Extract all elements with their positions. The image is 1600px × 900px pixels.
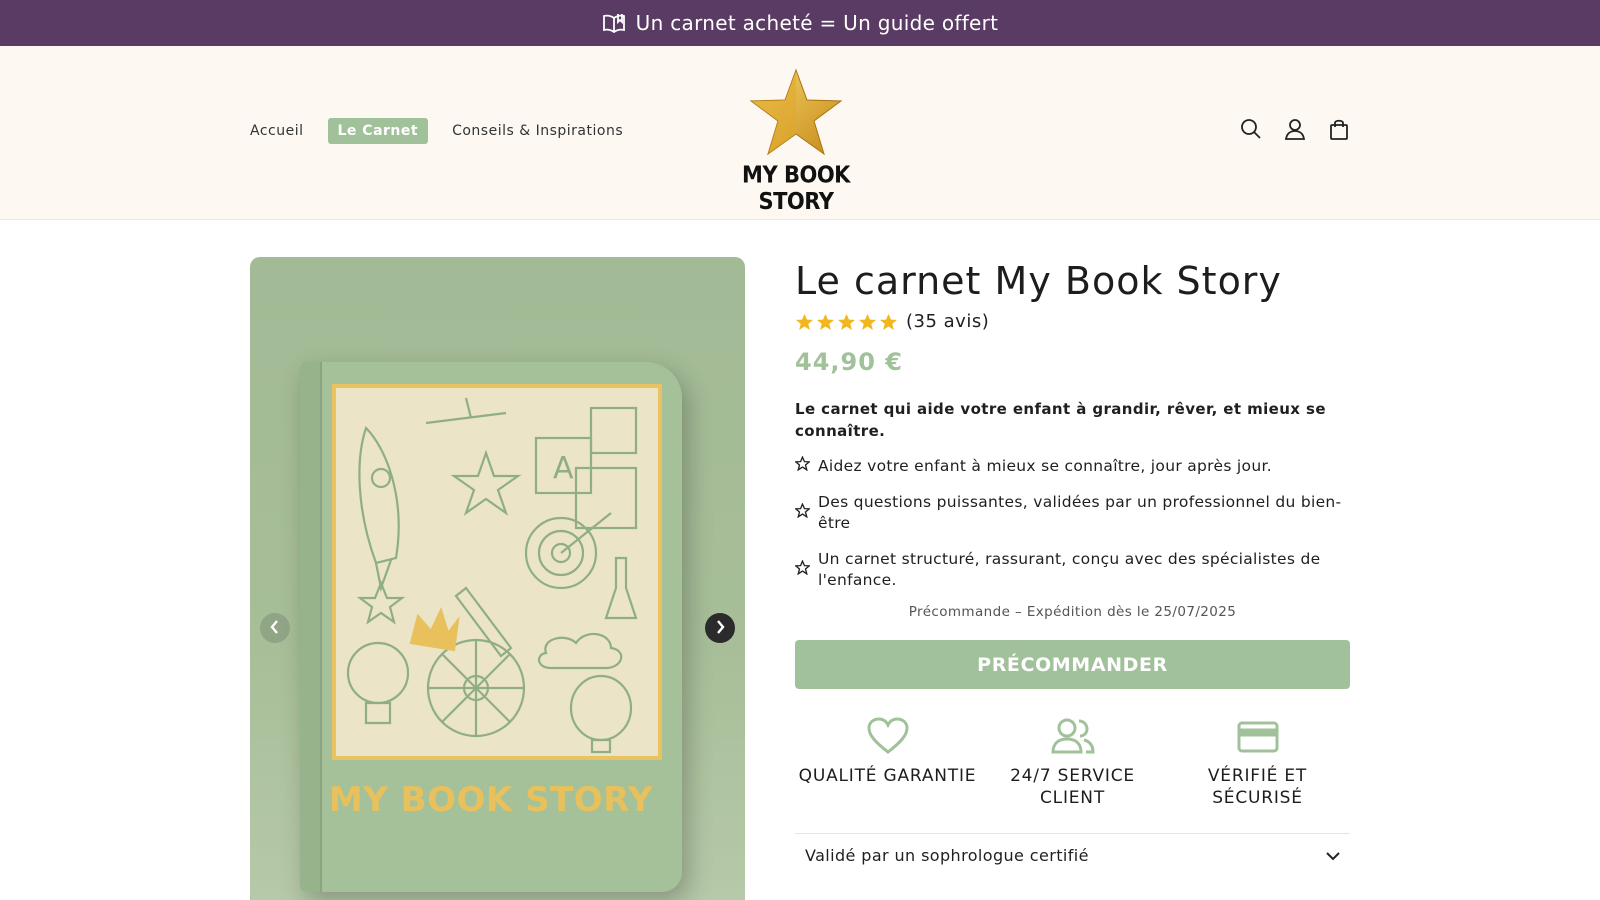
book-cover-illustration: A xyxy=(332,384,662,760)
feature-quality: QUALITÉ GARANTIE xyxy=(795,717,980,809)
feature-support: 24/7 SERVICE CLIENT xyxy=(980,717,1165,809)
open-book-icon xyxy=(602,13,626,33)
product-gallery: A MY BOOK STORY xyxy=(250,257,745,900)
feature-list: QUALITÉ GARANTIE 24/7 SERVICE CLIENT VÉR… xyxy=(795,717,1350,809)
accordion-label: Validé par un sophrologue certifié xyxy=(805,846,1089,865)
announcement-bar: Un carnet acheté = Un guide offert xyxy=(0,0,1600,46)
feature-label: QUALITÉ GARANTIE xyxy=(798,766,977,786)
accordion-sophrologue[interactable]: Validé par un sophrologue certifié xyxy=(795,833,1350,877)
chevron-left-icon xyxy=(269,619,281,638)
star-icon xyxy=(795,313,814,330)
benefit-list: Aidez votre enfant à mieux se connaître,… xyxy=(793,455,1350,591)
star-icon xyxy=(879,313,898,330)
benefit-item: Des questions puissantes, validées par u… xyxy=(793,492,1350,534)
star-outline-icon xyxy=(793,558,812,581)
account-icon[interactable] xyxy=(1284,118,1306,140)
benefit-text: Aidez votre enfant à mieux se connaître,… xyxy=(818,457,1272,475)
cart-icon[interactable] xyxy=(1328,118,1350,140)
product-rating[interactable]: (35 avis) xyxy=(795,311,1350,332)
benefit-text: Des questions puissantes, validées par u… xyxy=(818,493,1342,532)
product-title: Le carnet My Book Story xyxy=(795,259,1282,303)
product-tagline: Le carnet qui aide votre enfant à grandi… xyxy=(795,400,1326,440)
gallery-next-button[interactable] xyxy=(705,613,735,643)
product-price: 44,90 € xyxy=(795,348,903,376)
announcement-text: Un carnet acheté = Un guide offert xyxy=(635,11,999,35)
review-count[interactable]: (35 avis) xyxy=(906,311,989,332)
star-outline-icon xyxy=(793,455,812,477)
rating-stars xyxy=(795,313,898,331)
svg-text:A: A xyxy=(553,451,574,486)
users-icon xyxy=(980,717,1165,755)
benefit-item: Un carnet structuré, rassurant, conçu av… xyxy=(793,549,1350,591)
chevron-down-icon xyxy=(1326,846,1340,865)
preorder-button[interactable]: PRÉCOMMANDER xyxy=(795,640,1350,689)
site-header: Accueil Le Carnet Conseils & Inspiration… xyxy=(0,46,1600,220)
main-nav: Accueil Le Carnet Conseils & Inspiration… xyxy=(250,118,623,144)
site-logo[interactable]: MY BOOK STORY xyxy=(704,68,888,215)
header-actions xyxy=(1240,118,1350,140)
star-icon xyxy=(816,313,835,330)
product-info: Le carnet My Book Story (35 avis) 44,90 … xyxy=(793,257,1350,877)
credit-card-icon xyxy=(1165,717,1350,755)
nav-item-le-carnet[interactable]: Le Carnet xyxy=(327,118,429,144)
preorder-note: Précommande – Expédition dès le 25/07/20… xyxy=(908,604,1237,620)
gold-star-icon xyxy=(704,68,888,158)
star-outline-icon xyxy=(793,501,812,524)
logo-text: MY BOOK STORY xyxy=(742,161,850,215)
benefit-text: Un carnet structuré, rassurant, conçu av… xyxy=(818,550,1321,589)
nav-item-accueil[interactable]: Accueil xyxy=(250,123,304,139)
star-icon xyxy=(858,313,877,330)
benefit-item: Aidez votre enfant à mieux se connaître,… xyxy=(793,455,1350,477)
feature-label: VÉRIFIÉ ET SÉCURISÉ xyxy=(1207,766,1308,808)
feature-label: 24/7 SERVICE CLIENT xyxy=(1010,766,1135,808)
nav-item-conseils[interactable]: Conseils & Inspirations xyxy=(452,123,623,139)
feature-secure: VÉRIFIÉ ET SÉCURISÉ xyxy=(1165,717,1350,809)
book-cover-title: MY BOOK STORY xyxy=(328,780,654,820)
chevron-right-icon xyxy=(714,619,726,638)
book-image: A MY BOOK STORY xyxy=(300,362,682,892)
heart-icon xyxy=(795,717,980,755)
star-icon xyxy=(837,313,856,330)
gallery-prev-button[interactable] xyxy=(260,613,290,643)
search-icon[interactable] xyxy=(1240,118,1262,140)
